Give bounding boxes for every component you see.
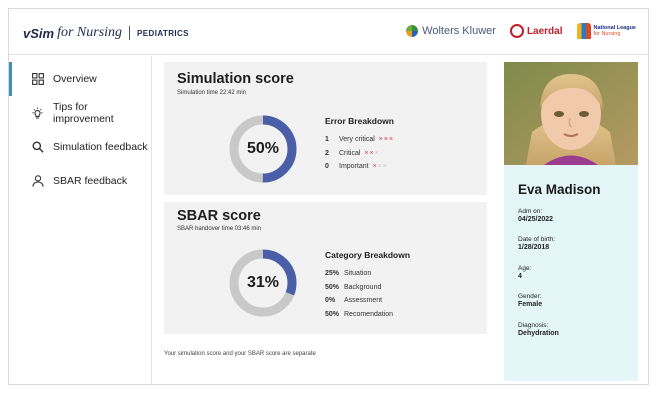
person-icon [31,175,44,188]
brand-pediatrics: PEDIATRICS [137,28,189,38]
laerdal-logo: Laerdal [509,24,563,38]
sidebar-item-simulation-feedback[interactable]: Simulation feedback [9,130,151,164]
error-count: 1 [325,136,329,144]
admission-value: 04/25/2022 [518,216,554,223]
category-label: Recomendation [344,310,394,318]
error-row-very-critical: 1 Very critical ××× [325,133,394,147]
sidebar-item-label: SBAR feedback [53,175,128,187]
error-marks: ××× [378,136,393,143]
error-row-important: 0 Important ××× [325,160,394,174]
category-row-situation: 25% Situation [325,267,410,281]
sidebar-nav: Overview Tips for improvement Simulation… [9,62,151,198]
error-breakdown: Error Breakdown 1 Very critical ××× 2 Cr… [325,116,394,174]
error-label: Important [339,163,369,171]
sidebar-item-label: Tips for improvement [53,101,114,125]
error-mark-icon: × [382,163,387,171]
diagnosis-value: Dehydration [518,330,559,337]
gender-value: Female [518,301,543,308]
category-label: Assessment [344,297,383,305]
brand-divider [129,26,131,40]
sbar-score-card: SBAR score SBAR handover time 03:46 min … [164,202,487,334]
patient-portrait [504,62,638,165]
simulation-score-card: Simulation score Simulation time 22:42 m… [164,62,487,195]
sidebar-item-overview[interactable]: Overview [9,62,151,96]
dob-value: 1/28/2018 [518,244,550,251]
sbar-time: SBAR handover time 03:46 min [177,226,262,232]
error-label: Very critical [339,136,375,144]
sbar-score-donut: 31% [228,248,298,318]
header: vSim for Nursing PEDIATRICS Wolters Kluw… [9,9,648,55]
error-label: Critical [339,149,361,157]
error-marks: ××× [372,163,387,170]
brand-vsim: vSim [23,25,55,41]
sidebar-item-sbar-feedback[interactable]: SBAR feedback [9,164,151,198]
error-mark-icon: × [378,136,383,144]
error-mark-icon: × [388,136,394,144]
category-percent: 50% [325,283,340,291]
category-breakdown-title: Category Breakdown [325,250,411,260]
wolters-kluwer-text: Wolters Kluwer [422,25,496,37]
error-mark-icon: × [374,149,379,157]
grid-icon [31,73,44,86]
category-label: Situation [344,270,372,278]
gender-label: Gender: [518,293,542,300]
nln-logo: National League for Nursing [576,23,636,39]
error-mark-icon: × [369,149,374,157]
patient-age: Age: 4 [518,265,531,280]
lightbulb-icon [31,107,44,120]
category-row-assessment: 0% Assessment [325,294,410,308]
simulation-time: Simulation time 22:42 min [177,90,247,96]
error-breakdown-title: Error Breakdown [325,116,394,126]
category-label: Background [344,283,382,291]
simulation-score-title: Simulation score [177,71,294,87]
age-label: Age: [518,265,532,272]
brand-for-nursing: for Nursing [57,25,123,40]
error-mark-icon: × [377,163,382,171]
age-value: 4 [518,273,522,280]
error-count: 2 [325,149,329,157]
wolters-kluwer-logo: Wolters Kluwer [406,25,496,37]
scores-note: Your simulation score and your SBAR scor… [164,351,316,357]
error-marks: ××× [363,150,378,157]
sidebar-item-label: Overview [53,73,97,85]
error-count: 0 [325,163,329,171]
error-row-critical: 2 Critical ××× [325,147,394,161]
simulation-score-percent: 50% [246,140,280,157]
laerdal-icon [509,24,524,38]
admission-label: Adm on: [518,208,543,215]
sbar-score-percent: 31% [246,274,280,291]
patient-admission: Adm on: 04/25/2022 [518,208,553,223]
patient-name: Eva Madison [518,182,601,197]
partner-logos: Wolters Kluwer Laerdal National League f… [406,23,636,39]
patient-panel: Eva Madison Adm on: 04/25/2022 Date of b… [504,62,638,381]
diagnosis-label: Diagnosis: [518,322,549,329]
category-percent: 50% [325,310,340,318]
dob-label: Date of birth: [518,236,556,243]
patient-dob: Date of birth: 1/28/2018 [518,236,555,251]
nln-icon [576,23,591,39]
brand-logo: vSim for Nursing PEDIATRICS [23,25,189,41]
category-row-background: 50% Background [325,281,410,295]
search-icon [31,141,44,154]
category-row-recommendation: 50% Recomendation [325,308,410,322]
app-window: vSim for Nursing PEDIATRICS Wolters Kluw… [8,8,649,385]
sidebar-item-label: Simulation feedback [53,141,148,153]
patient-diagnosis: Diagnosis: Dehydration [518,322,559,337]
simulation-score-donut: 50% [228,114,298,184]
patient-gender: Gender: Female [518,293,542,308]
nln-line2: for Nursing [593,31,621,37]
category-percent: 25% [325,270,340,278]
laerdal-text: Laerdal [526,25,563,37]
sbar-score-title: SBAR score [177,208,261,224]
error-mark-icon: × [372,163,377,171]
nln-text: National League for Nursing [594,25,636,37]
sidebar: Overview Tips for improvement Simulation… [9,56,152,384]
category-percent: 0% [325,297,336,305]
wolters-kluwer-icon [406,25,419,37]
category-breakdown: Category Breakdown 25% Situation 50% Bac… [325,250,410,321]
sidebar-item-tips[interactable]: Tips for improvement [9,96,151,130]
error-mark-icon: × [364,149,369,157]
error-mark-icon: × [383,136,388,144]
